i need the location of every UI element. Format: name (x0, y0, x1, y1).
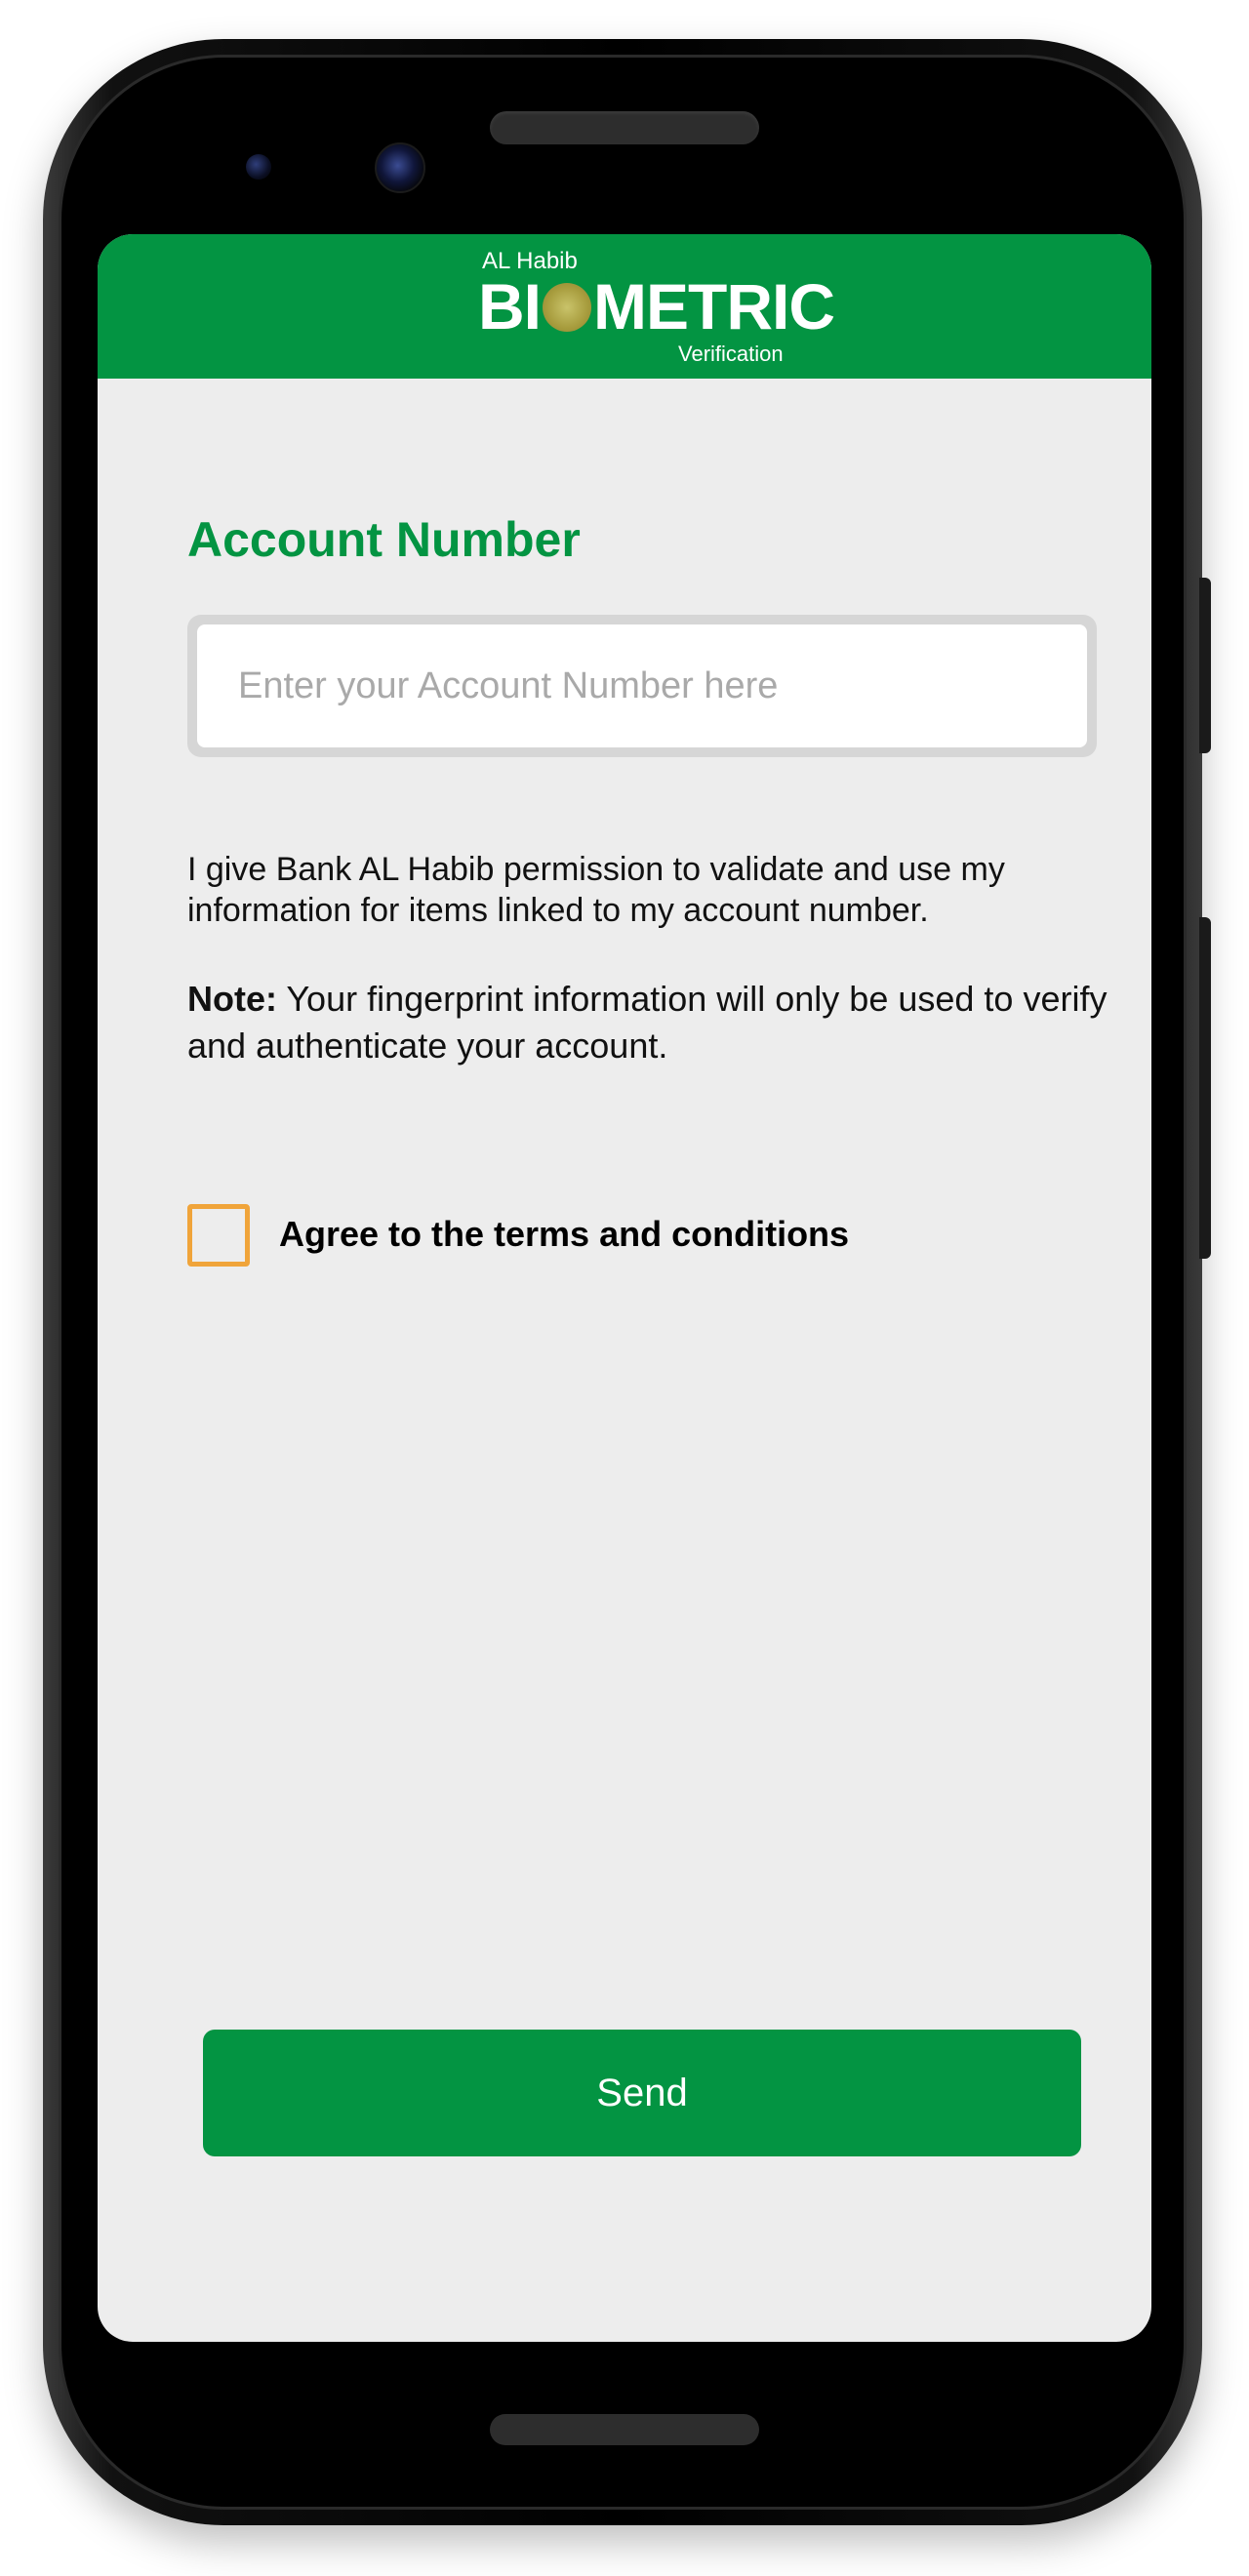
send-button[interactable]: Send (203, 2030, 1081, 2156)
note-label: Note: (187, 979, 277, 1019)
sensor-icon (246, 154, 271, 180)
app-header: AL Habib BI METRIC Verification (98, 234, 1151, 379)
account-number-title: Account Number (187, 512, 581, 567)
terms-checkbox-label[interactable]: Agree to the terms and conditions (279, 1214, 849, 1255)
logo-main-text: BI METRIC (478, 270, 835, 342)
terms-checkbox[interactable] (187, 1204, 250, 1267)
biometric-logo: AL Habib BI METRIC Verification (478, 248, 835, 369)
bottom-speaker (490, 2414, 759, 2445)
account-input-container (187, 615, 1097, 757)
power-button (1199, 917, 1211, 1259)
account-number-input[interactable] (197, 624, 1087, 747)
logo-main-before: BI (478, 270, 542, 342)
logo-main-after: METRIC (593, 270, 835, 342)
logo-sub-text: Verification (678, 342, 784, 366)
permission-text: I give Bank AL Habib permission to valid… (187, 851, 1005, 929)
app-screen: AL Habib BI METRIC Verification Account N… (98, 234, 1151, 2342)
top-speaker (490, 111, 759, 144)
note-text: Your fingerprint information will only b… (187, 979, 1108, 1066)
volume-button (1199, 578, 1211, 753)
fingerprint-icon (543, 283, 591, 332)
note-paragraph: Note: Your fingerprint information will … (187, 976, 1124, 1069)
front-camera-icon (375, 142, 425, 193)
